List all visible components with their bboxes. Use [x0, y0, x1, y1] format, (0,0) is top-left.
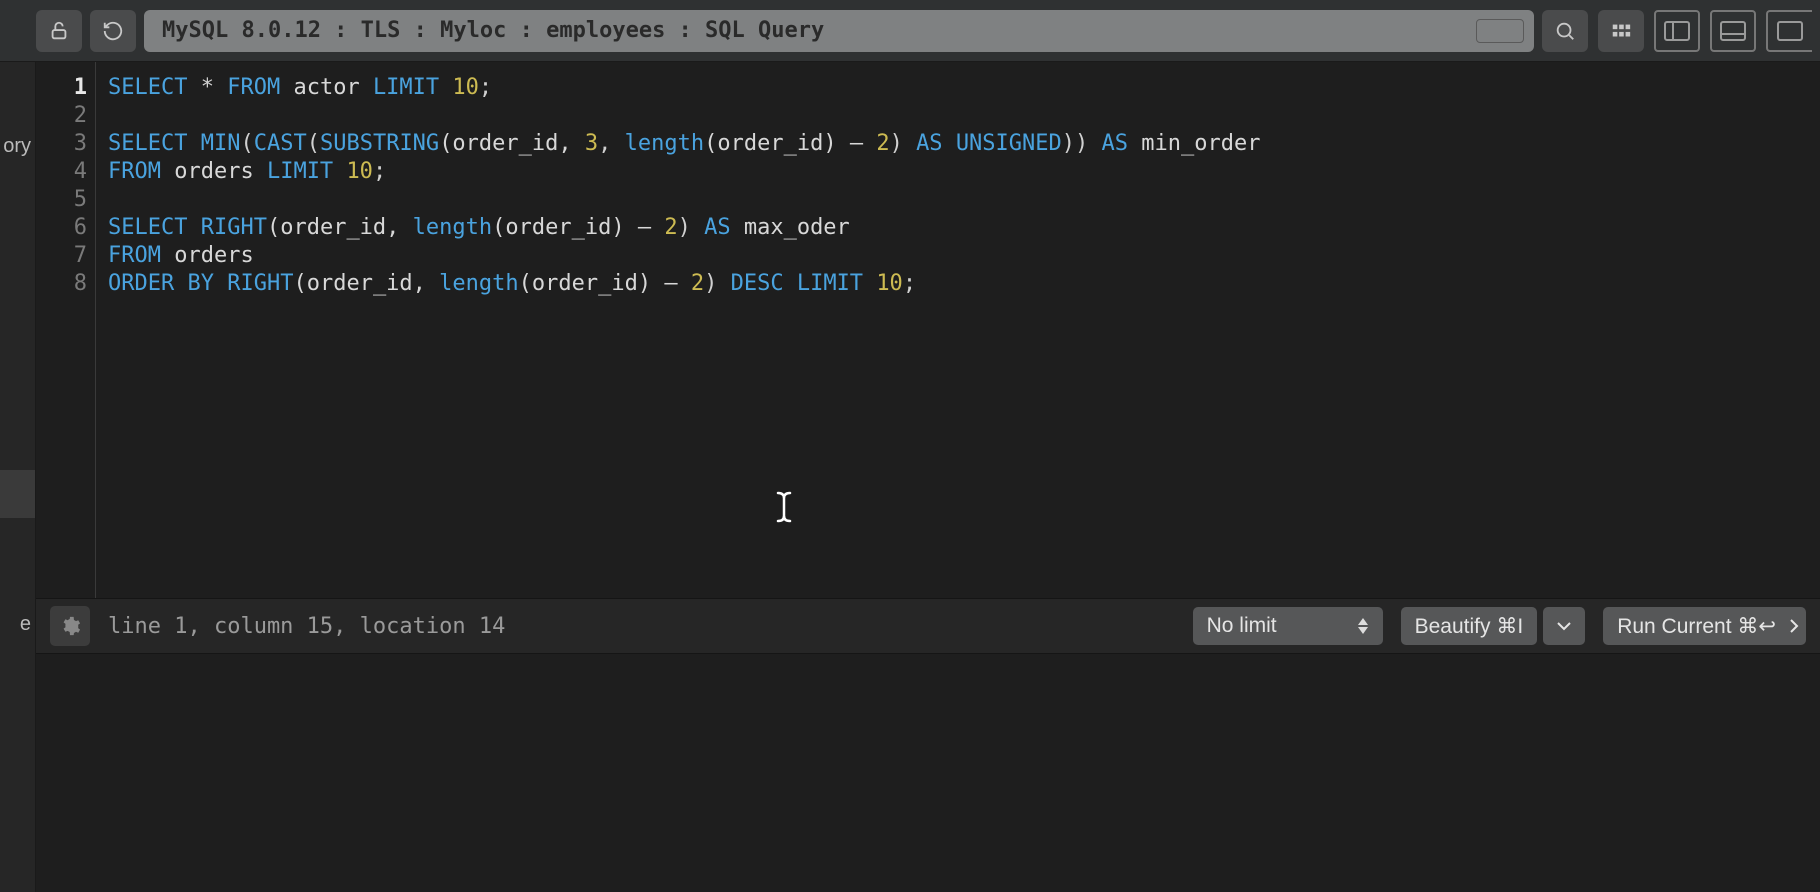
results-pane[interactable]	[36, 654, 1820, 892]
breadcrumb-badge	[1476, 19, 1524, 43]
beautify-menu-button[interactable]	[1543, 607, 1585, 645]
panel-bottom-icon	[1720, 21, 1746, 41]
line-number: 1	[36, 74, 87, 102]
run-label: Run Current ⌘↩	[1617, 614, 1776, 639]
code-line[interactable]: SELECT * FROM actor LIMIT 10;	[108, 74, 1820, 102]
editor-status-bar: line 1, column 15, location 14 No limit …	[36, 598, 1820, 654]
limit-dropdown[interactable]: No limit	[1193, 607, 1383, 645]
limit-label: No limit	[1207, 614, 1277, 638]
sidebar-item-selected[interactable]	[0, 470, 35, 518]
line-number: 3	[36, 130, 87, 158]
code-line[interactable]: FROM orders	[108, 242, 1820, 270]
top-toolbar: MySQL 8.0.12 : TLS : Myloc : employees :…	[0, 0, 1820, 62]
chevron-down-icon	[1556, 621, 1572, 631]
line-number: 5	[36, 186, 87, 214]
beautify-label: Beautify ⌘I	[1415, 614, 1524, 639]
line-number: 8	[36, 270, 87, 298]
panel-left-button[interactable]	[1654, 10, 1700, 52]
code-line[interactable]	[108, 102, 1820, 130]
refresh-icon	[102, 20, 124, 42]
line-number: 4	[36, 158, 87, 186]
code-line[interactable]	[108, 186, 1820, 214]
sql-editor[interactable]: 12345678 SELECT * FROM actor LIMIT 10;SE…	[36, 62, 1820, 598]
line-number: 7	[36, 242, 87, 270]
panel-right-icon	[1777, 21, 1803, 41]
updown-icon	[1357, 618, 1369, 634]
sidebar: ory e	[0, 62, 36, 892]
sidebar-item-1[interactable]: e	[0, 596, 35, 652]
lock-button[interactable]	[36, 10, 82, 52]
panel-bottom-button[interactable]	[1710, 10, 1756, 52]
grid-view-button[interactable]	[1598, 10, 1644, 52]
gear-icon	[59, 615, 81, 637]
refresh-button[interactable]	[90, 10, 136, 52]
settings-button[interactable]	[50, 606, 90, 646]
lock-open-icon	[48, 20, 70, 42]
breadcrumb-text: MySQL 8.0.12 : TLS : Myloc : employees :…	[162, 18, 824, 43]
code-line[interactable]: ORDER BY RIGHT(order_id, length(order_id…	[108, 270, 1820, 298]
line-number: 6	[36, 214, 87, 242]
editor-code[interactable]: SELECT * FROM actor LIMIT 10; SELECT MIN(…	[96, 62, 1820, 598]
toolbar-right-group	[1542, 10, 1812, 52]
main-area: ory e 12345678 SELECT * FROM actor LIMIT…	[0, 62, 1820, 892]
chevron-right-icon	[1788, 618, 1800, 634]
cursor-position-text: line 1, column 15, location 14	[108, 614, 1175, 639]
code-line[interactable]: FROM orders LIMIT 10;	[108, 158, 1820, 186]
editor-gutter: 12345678	[36, 62, 96, 598]
text-cursor-icon	[774, 490, 794, 524]
code-line[interactable]: SELECT RIGHT(order_id, length(order_id) …	[108, 214, 1820, 242]
beautify-button[interactable]: Beautify ⌘I	[1401, 607, 1538, 645]
beautify-button-group: Beautify ⌘I	[1401, 607, 1586, 645]
sidebar-item-label: e	[20, 613, 31, 636]
search-icon	[1554, 20, 1576, 42]
search-button[interactable]	[1542, 10, 1588, 52]
run-current-button[interactable]: Run Current ⌘↩	[1603, 607, 1806, 645]
panel-right-button[interactable]	[1766, 10, 1812, 52]
panel-left-icon	[1664, 21, 1690, 41]
toolbar-left-spacer	[8, 10, 28, 52]
grid-icon	[1610, 20, 1632, 42]
sidebar-item-0[interactable]: ory	[0, 122, 35, 170]
connection-breadcrumb[interactable]: MySQL 8.0.12 : TLS : Myloc : employees :…	[144, 10, 1534, 52]
line-number: 2	[36, 102, 87, 130]
code-line[interactable]: SELECT MIN(CAST(SUBSTRING(order_id, 3, l…	[108, 130, 1820, 158]
sidebar-item-label: ory	[3, 135, 31, 158]
content-column: 12345678 SELECT * FROM actor LIMIT 10;SE…	[36, 62, 1820, 892]
